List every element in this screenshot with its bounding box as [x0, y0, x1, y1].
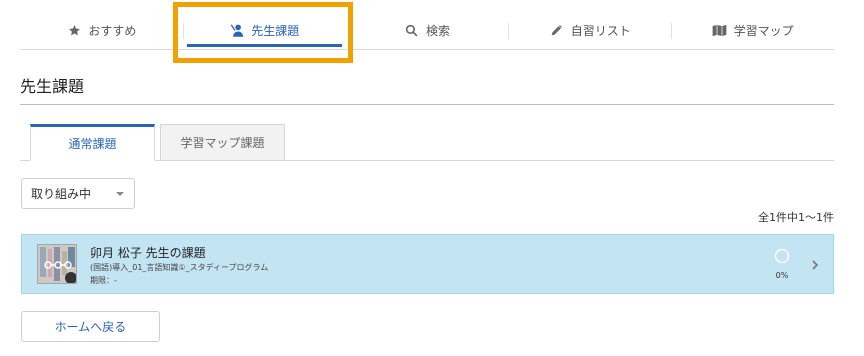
nav-label-self-study-list: 自習リスト — [570, 24, 631, 38]
caret-down-icon — [116, 192, 124, 196]
assignment-row[interactable]: 卯月 松子 先生の課題 (国語)導入_01_言語知識①_スタディープログラム 期… — [21, 234, 834, 294]
map-icon — [712, 23, 728, 39]
nav-label-learning-map: 学習マップ — [733, 24, 794, 38]
chevron-right-icon — [810, 257, 820, 271]
star-icon — [66, 23, 82, 39]
assignment-subtitle: (国語)導入_01_言語知識①_スタディープログラム — [90, 263, 269, 272]
nav-item-recommended[interactable]: おすすめ — [20, 12, 183, 49]
status-filter-value: 取り組み中 — [31, 187, 92, 201]
nav-label-search: 検索 — [425, 24, 450, 38]
assignment-deadline: 期限：- — [90, 276, 117, 285]
assignment-thumbnail — [37, 244, 77, 284]
page-title: 先生課題 — [20, 77, 85, 96]
assignment-title: 卯月 松子 先生の課題 — [90, 246, 206, 260]
progress-percent: 0% — [775, 271, 789, 280]
tab-normal-assignments[interactable]: 通常課題 — [30, 124, 155, 161]
back-home-button[interactable]: ホームへ戻る — [21, 311, 160, 342]
nav-item-self-study-list[interactable]: 自習リスト — [508, 12, 671, 49]
nav-divider — [183, 23, 184, 39]
search-icon — [404, 23, 420, 39]
progress-ring — [774, 248, 790, 264]
nav-item-learning-map[interactable]: 学習マップ — [671, 12, 834, 49]
nav-divider — [508, 23, 509, 39]
nav-label-recommended: おすすめ — [88, 24, 137, 38]
pencil-icon — [549, 23, 565, 39]
top-nav: おすすめ 先生課題 検索 自習リスト 学習マップ — [20, 12, 834, 50]
tab-map-assignments[interactable]: 学習マップ課題 — [160, 124, 285, 161]
nav-item-teacher-assignments[interactable]: 先生課題 — [183, 12, 346, 49]
status-filter-select[interactable]: 取り組み中 — [21, 178, 135, 209]
teacher-icon — [229, 23, 245, 39]
nav-label-teacher-assignments: 先生課題 — [251, 24, 300, 38]
title-divider — [20, 104, 834, 105]
nav-divider — [671, 23, 672, 39]
result-count: 全1件中1〜1件 — [758, 211, 834, 224]
nav-item-search[interactable]: 検索 — [346, 12, 509, 49]
